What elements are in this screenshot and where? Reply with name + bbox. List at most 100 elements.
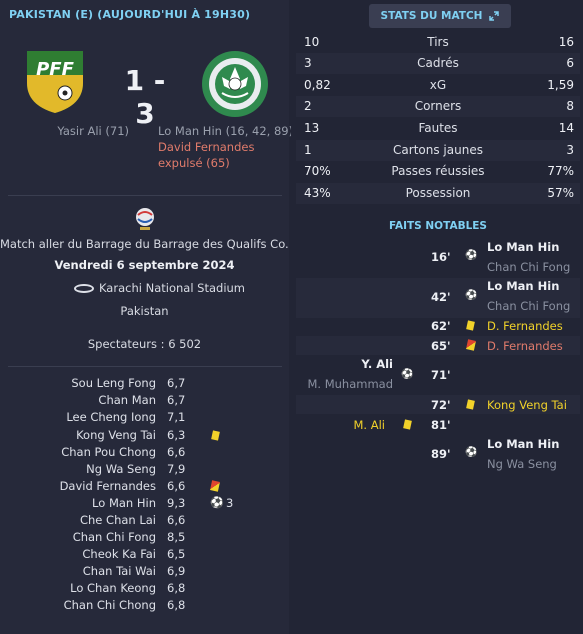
player-row[interactable]: Chan Pou Chong 6,6	[0, 445, 289, 462]
stat-label: Cartons jaunes	[393, 143, 483, 157]
player-name: Chan Chi Fong	[72, 530, 156, 544]
red-card-player: David Fernandes	[158, 140, 255, 154]
match-stats-button-label: STATS DU MATCH	[380, 10, 483, 22]
player-name: Chan Tai Wai	[82, 564, 156, 578]
stat-row: 1 Cartons jaunes 3	[296, 140, 580, 161]
score: 1 - 3	[124, 64, 166, 130]
event-minute: 62'	[431, 319, 451, 333]
stat-away: 14	[558, 121, 574, 135]
event-assist[interactable]: Ng Wa Seng	[487, 457, 557, 471]
player-row[interactable]: Chan Chi Fong 8,5	[0, 530, 289, 547]
player-name: Chan Chi Chong	[63, 598, 156, 612]
event-minute: 72'	[431, 398, 451, 412]
stat-label: Passes réussies	[391, 164, 485, 178]
event-minute: 42'	[431, 290, 451, 304]
stat-label: Tirs	[427, 35, 449, 49]
away-scorers: Lo Man Hin (16, 42, 89)	[158, 124, 294, 138]
player-row[interactable]: Kong Veng Tai 6,3	[0, 428, 289, 445]
red-card-icon	[210, 480, 220, 492]
player-name: David Fernandes	[59, 479, 156, 493]
stat-away: 16	[558, 35, 574, 49]
player-row[interactable]: Sou Leng Fong 6,7	[0, 376, 289, 393]
event-player[interactable]: Kong Veng Tai	[487, 398, 567, 412]
player-row[interactable]: Cheok Ka Fai 6,5	[0, 547, 289, 564]
goal-ball-icon: ⚽	[401, 369, 414, 380]
player-row[interactable]: Chan Tai Wai 6,9	[0, 564, 289, 581]
event-minute: 89'	[431, 447, 451, 461]
event-player[interactable]: D. Fernandes	[487, 319, 563, 333]
player-rating: 8,5	[167, 530, 186, 544]
event-assist[interactable]: M. Muhammad	[307, 377, 393, 391]
player-name: Kong Veng Tai	[76, 428, 156, 442]
stat-row: 13 Fautes 14	[296, 118, 580, 139]
player-name: Lo Chan Keong	[70, 581, 156, 595]
key-events-title: FAITS NOTABLES	[389, 220, 487, 232]
player-row[interactable]: David Fernandes 6,6	[0, 479, 289, 496]
goal-ball-icon: ⚽	[465, 290, 478, 301]
stadium-icon	[73, 284, 94, 293]
spectators: Spectateurs : 6 502	[87, 337, 202, 351]
player-row[interactable]: Che Chan Lai 6,6	[0, 513, 289, 530]
competition-name[interactable]: Match aller du Barrage du Barrage des Qu…	[0, 237, 289, 251]
yellow-card-icon	[211, 430, 220, 441]
expand-icon	[489, 11, 500, 21]
player-name: Che Chan Lai	[79, 513, 156, 527]
stat-row: 0,82 xG 1,59	[296, 75, 580, 96]
goal-ball-icon: ⚽	[465, 250, 478, 261]
player-row[interactable]: Lo Man Hin 9,3 ⚽ 3	[0, 496, 289, 513]
event-assist[interactable]: Chan Chi Fong	[487, 299, 570, 313]
player-row[interactable]: Lee Cheng Iong 7,1	[0, 410, 289, 427]
stat-label: Corners	[414, 99, 462, 113]
player-rating: 7,9	[167, 462, 186, 476]
goal-ball-icon: ⚽	[210, 496, 224, 509]
player-row[interactable]: Chan Chi Chong 6,8	[0, 598, 289, 615]
stat-row: 2 Corners 8	[296, 96, 580, 117]
divider	[8, 195, 282, 196]
stadium-name: Karachi National Stadium	[0, 281, 289, 295]
match-header-title[interactable]: PAKISTAN (E) (AUJOURD'HUI À 19H30)	[9, 8, 250, 21]
event-player[interactable]: D. Fernandes	[487, 339, 563, 353]
event-minute: 16'	[431, 250, 451, 264]
event-assist[interactable]: Chan Chi Fong	[487, 260, 570, 274]
player-rating: 6,6	[167, 445, 186, 459]
stat-away: 8	[566, 99, 574, 113]
player-row[interactable]: Ng Wa Seng 7,9	[0, 462, 289, 479]
player-rating: 6,6	[167, 479, 186, 493]
stadium-label: Karachi National Stadium	[98, 281, 246, 295]
event-minute: 65'	[431, 339, 451, 353]
event-player[interactable]: Lo Man Hin	[487, 437, 559, 451]
competition-logo-icon	[136, 208, 154, 230]
player-rating: 6,8	[167, 598, 186, 612]
player-name: Ng Wa Seng	[86, 462, 156, 476]
pakistan-crest-icon[interactable]: PFF	[23, 47, 87, 115]
stat-label: Fautes	[418, 121, 458, 135]
stat-row: 3 Cadrés 6	[296, 53, 580, 74]
player-name: Sou Leng Fong	[71, 376, 156, 390]
event-player[interactable]: Lo Man Hin	[487, 279, 559, 293]
player-name: Chan Pou Chong	[61, 445, 156, 459]
player-rating: 6,6	[167, 513, 186, 527]
player-rating: 6,7	[167, 376, 186, 390]
country: Pakistan	[120, 304, 169, 318]
goal-count: 3	[226, 496, 234, 510]
macau-crest-icon[interactable]	[200, 49, 270, 119]
player-name: Chan Man	[98, 393, 156, 407]
event-player[interactable]: Y. Ali	[361, 357, 393, 371]
match-summary-panel: PAKISTAN (E) (AUJOURD'HUI À 19H30) PFF 1…	[0, 0, 293, 634]
stat-label: Cadrés	[417, 56, 459, 70]
event-minute: 71'	[431, 368, 451, 382]
svg-text:PFF: PFF	[36, 59, 74, 80]
stat-row: 10 Tirs 16	[296, 32, 580, 53]
player-row[interactable]: Lo Chan Keong 6,8	[0, 581, 289, 598]
player-row[interactable]: Chan Man 6,7	[0, 393, 289, 410]
stat-away: 57%	[547, 186, 574, 200]
goal-ball-icon: ⚽	[465, 447, 478, 458]
stat-row: 70% Passes réussies 77%	[296, 161, 580, 182]
event-player[interactable]: M. Ali	[354, 418, 386, 432]
home-scorers: Yasir Ali (71)	[57, 124, 129, 138]
event-player[interactable]: Lo Man Hin	[487, 240, 559, 254]
player-rating: 6,7	[167, 393, 186, 407]
player-rating: 7,1	[167, 410, 186, 424]
stat-away: 3	[566, 143, 574, 157]
match-stats-button[interactable]: STATS DU MATCH	[369, 4, 511, 28]
